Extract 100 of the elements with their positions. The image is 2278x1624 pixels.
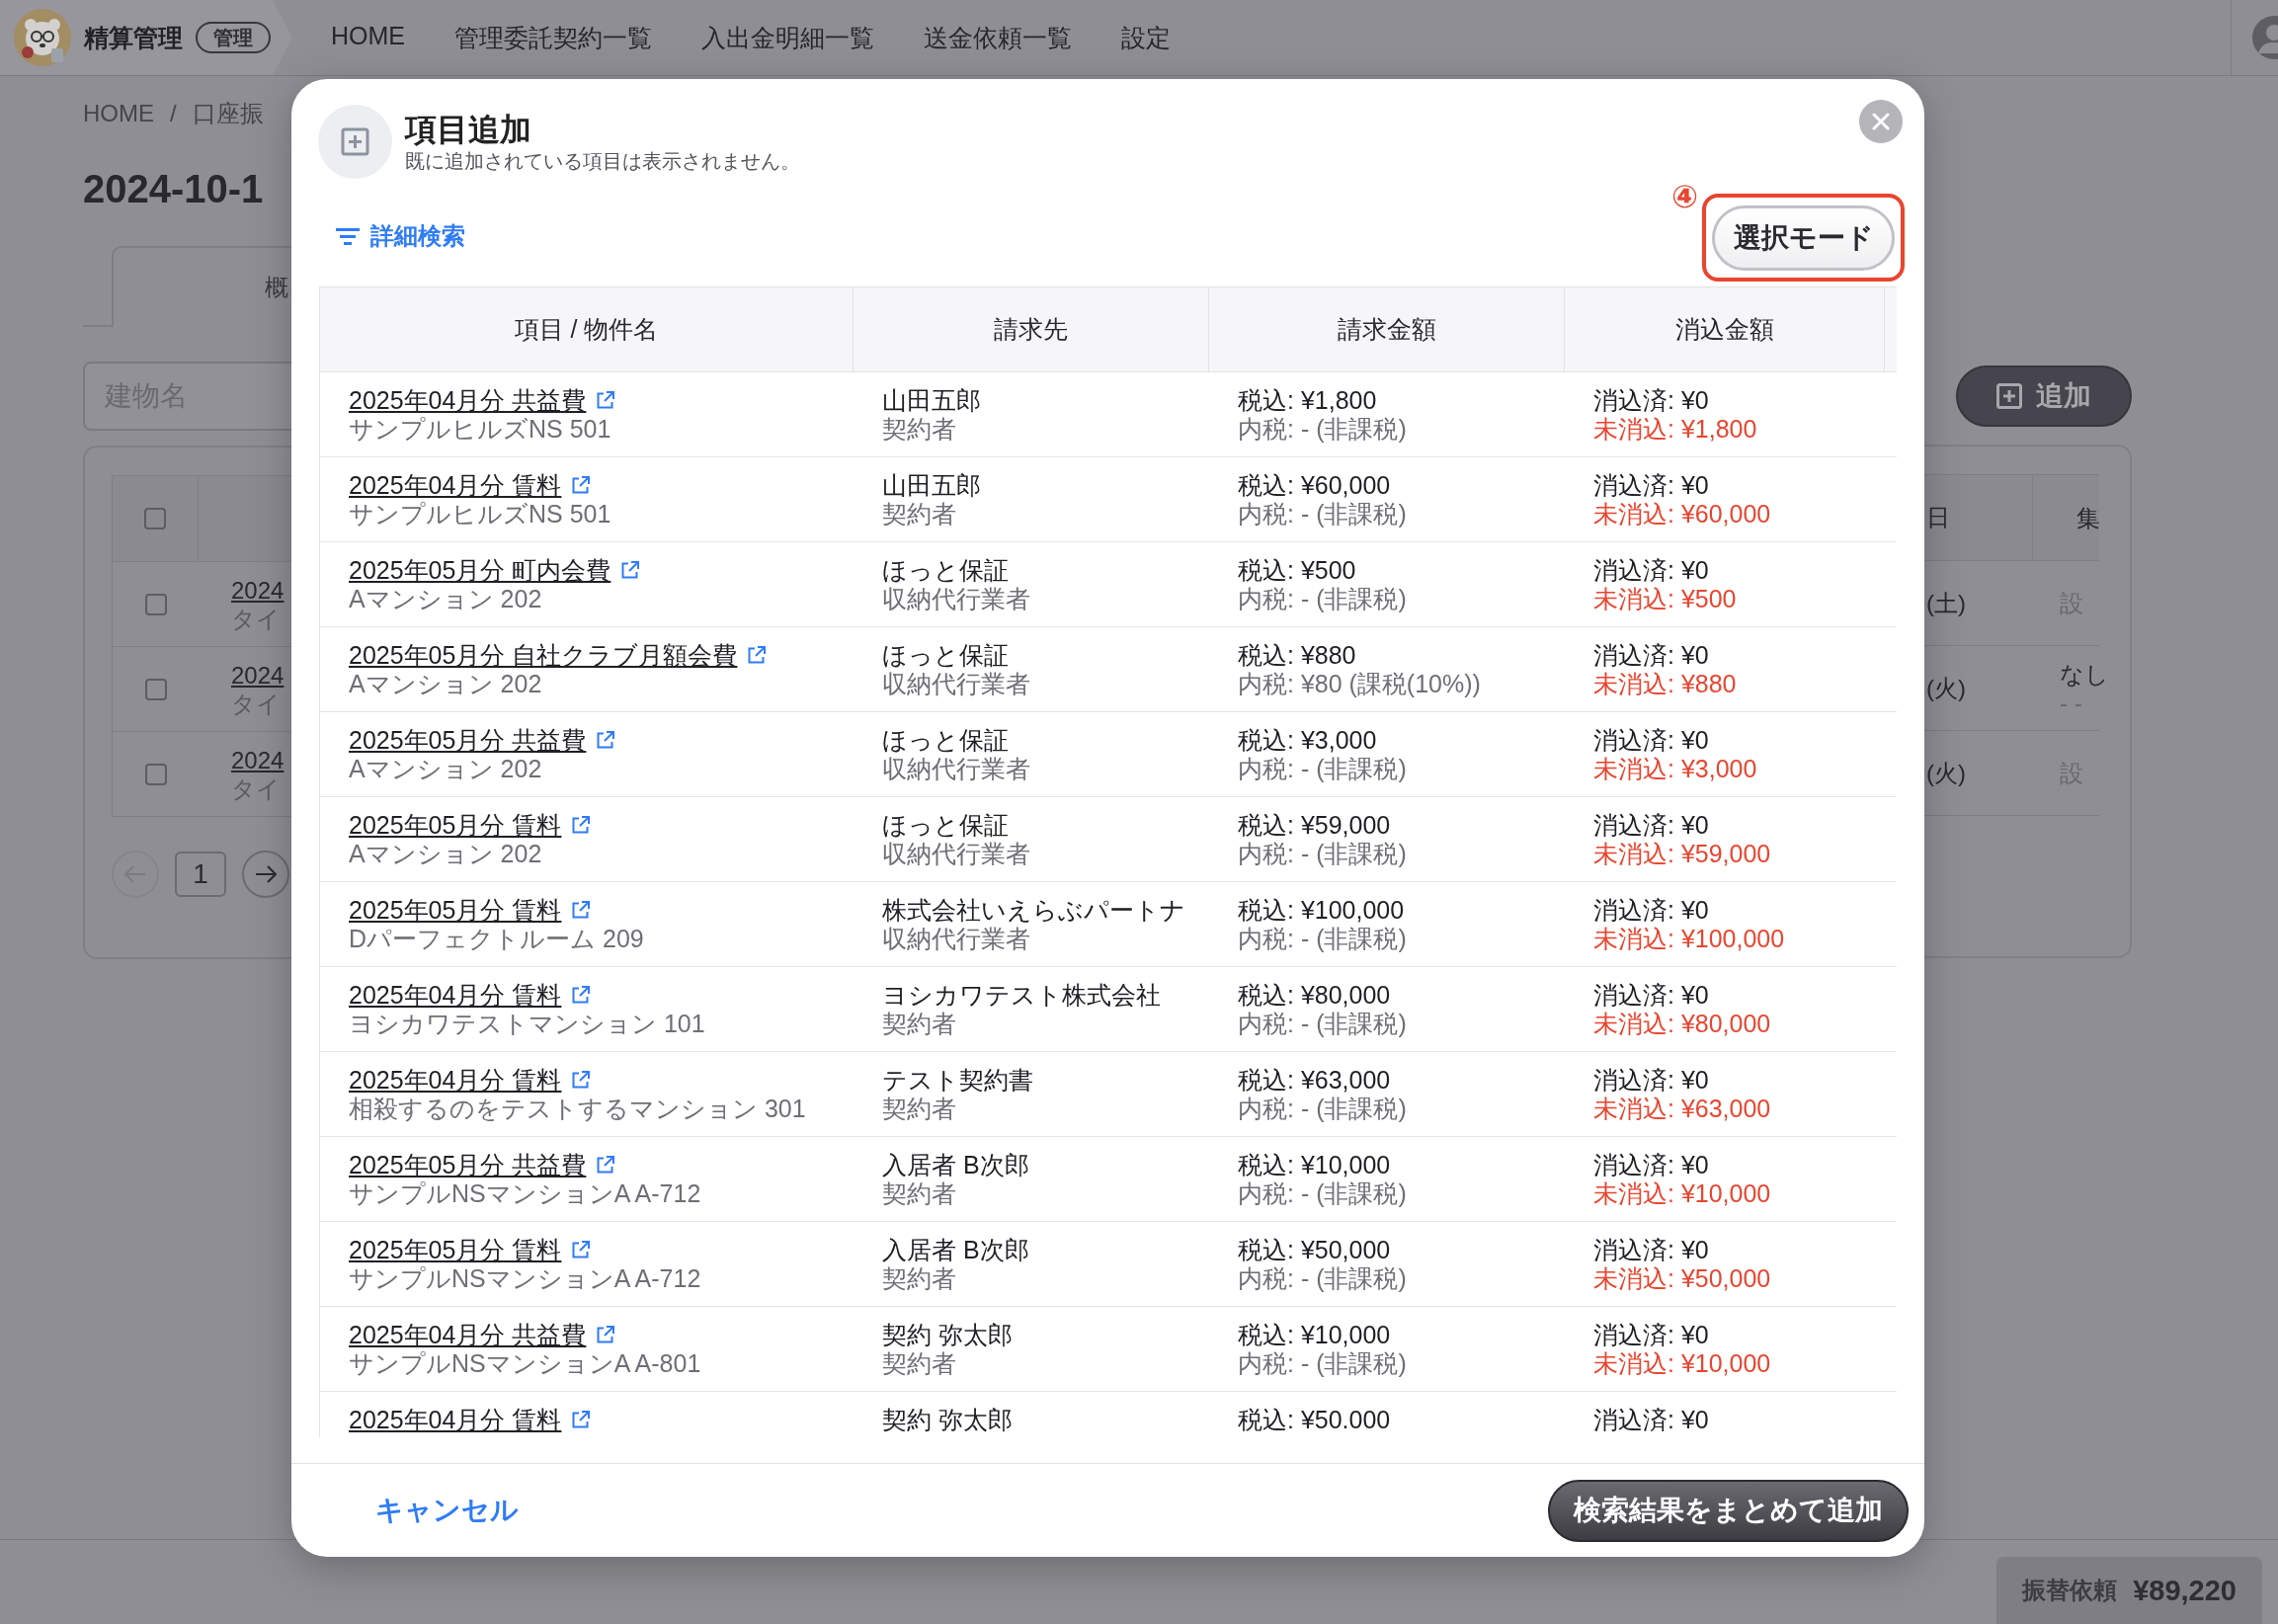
item-link[interactable]: 2025年05月分 賃料 xyxy=(349,811,562,840)
payer-role: 収納代行業者 xyxy=(882,925,1030,953)
nav-link[interactable]: 送金依頼一覧 xyxy=(924,21,1072,54)
payer-role: 収納代行業者 xyxy=(882,755,1030,783)
payer-role: 収納代行業者 xyxy=(882,840,1030,868)
plus-square-icon xyxy=(1996,383,2022,409)
external-link-icon xyxy=(571,1411,591,1429)
external-link-icon xyxy=(596,1326,615,1344)
payer-name: 山田五郎 xyxy=(882,471,981,500)
column-header: 項目 / 物件名 xyxy=(320,287,854,371)
uncleared-amount: 未消込: ¥880 xyxy=(1593,670,1737,698)
cell-text: なし xyxy=(2060,659,2109,689)
nav-link[interactable]: HOME xyxy=(331,21,405,54)
cleared-amount: 消込済: ¥0 xyxy=(1593,641,1709,670)
cleared-amount: 消込済: ¥0 xyxy=(1593,811,1709,840)
property-name: Aマンション 202 xyxy=(349,840,542,868)
item-link[interactable]: 2025年05月分 共益費 xyxy=(349,1151,587,1179)
row-title-link[interactable]: 2024 xyxy=(231,575,285,605)
payer-role: 収納代行業者 xyxy=(882,670,1030,698)
external-link-icon xyxy=(571,901,591,920)
billed-amount: 税込: ¥3,000 xyxy=(1238,726,1377,755)
cleared-amount: 消込済: ¥0 xyxy=(1593,981,1709,1010)
payer-role: 収納代行業者 xyxy=(882,585,1030,613)
advanced-search-link[interactable]: 詳細検索 xyxy=(336,220,465,252)
cleared-amount: 消込済: ¥0 xyxy=(1593,896,1709,925)
payer-name: 入居者 B次郎 xyxy=(882,1236,1029,1264)
item-link[interactable]: 2025年05月分 賃料 xyxy=(349,1236,562,1264)
row-title-link[interactable]: 2024 xyxy=(231,660,285,690)
dialog-title: 項目追加 xyxy=(405,110,532,148)
external-link-icon xyxy=(596,731,615,750)
next-page-button[interactable] xyxy=(242,851,289,898)
uncleared-amount: 未消込: ¥63,000 xyxy=(1593,1095,1771,1123)
cleared-amount: 消込済: ¥0 xyxy=(1593,386,1709,415)
billed-amount: 税込: ¥80,000 xyxy=(1238,981,1391,1010)
payer-name: 契約 弥太郎 xyxy=(882,1406,1013,1434)
property-name: サンプルヒルズNS 501 xyxy=(349,500,611,528)
nav-link[interactable]: 入出金明細一覧 xyxy=(701,21,874,54)
payer-role: 契約者 xyxy=(882,500,956,528)
billed-amount: 税込: ¥60,000 xyxy=(1238,471,1391,500)
item-link[interactable]: 2025年04月分 共益費 xyxy=(349,1321,587,1349)
payer-name: 入居者 B次郎 xyxy=(882,1151,1029,1179)
checkbox[interactable] xyxy=(144,763,167,785)
cleared-amount: 消込済: ¥0 xyxy=(1593,1321,1709,1349)
tax-detail: 内税: ¥80 (課税(10%)) xyxy=(1238,670,1481,698)
property-name: サンプルNSマンションA A-712 xyxy=(349,1264,701,1293)
billed-amount: 税込: ¥50,000 xyxy=(1238,1236,1391,1264)
row-title-link[interactable]: 2024 xyxy=(231,745,285,774)
cleared-amount: 消込済: ¥0 xyxy=(1593,1066,1709,1095)
item-link[interactable]: 2025年05月分 町内会費 xyxy=(349,556,611,585)
payer-name: 株式会社いえらぶパートナ xyxy=(882,896,1185,925)
logo-icon xyxy=(14,9,71,66)
cleared-amount: 消込済: ¥0 xyxy=(1593,1236,1709,1264)
item-link[interactable]: 2025年04月分 賃料 xyxy=(349,1406,562,1434)
filter-icon xyxy=(336,227,360,245)
total-amount: ¥89,220 xyxy=(2133,1574,2237,1607)
tax-detail: 内税: - (非課税) xyxy=(1238,585,1407,613)
date-text: (火) xyxy=(1926,673,1966,703)
payer-role: 契約者 xyxy=(882,1010,956,1038)
external-link-icon xyxy=(747,646,767,665)
tax-detail: 内税: - (非課税) xyxy=(1238,500,1407,528)
checkbox[interactable] xyxy=(144,593,167,615)
arrow-right-icon xyxy=(255,865,277,883)
cleared-amount: 消込済: ¥0 xyxy=(1593,1406,1709,1434)
avatar-icon[interactable] xyxy=(2252,16,2278,59)
tax-detail: 内税: - (非課税) xyxy=(1238,1010,1407,1038)
select-mode-button[interactable]: 選択モード xyxy=(1712,204,1895,271)
checkbox[interactable] xyxy=(144,678,167,700)
date-text: (土) xyxy=(1926,588,1966,618)
breadcrumb-separator: / xyxy=(170,100,177,127)
property-name: Aマンション 202 xyxy=(349,670,542,698)
breadcrumb-link[interactable]: HOME xyxy=(83,100,154,127)
external-link-icon xyxy=(571,816,591,835)
external-link-icon xyxy=(571,1071,591,1090)
nav-link[interactable]: 設定 xyxy=(1121,21,1171,54)
cancel-link[interactable]: キャンセル xyxy=(375,1492,519,1529)
nav-link[interactable]: 管理委託契約一覧 xyxy=(454,21,652,54)
payer-name: ほっと保証 xyxy=(882,641,1009,670)
payer-name: ほっと保証 xyxy=(882,726,1009,755)
property-name: ヨシカワテストマンション 101 xyxy=(349,1010,705,1038)
item-link[interactable]: 2025年04月分 共益費 xyxy=(349,386,587,415)
uncleared-amount: 未消込: ¥59,000 xyxy=(1593,840,1771,868)
billed-amount: 税込: ¥50.000 xyxy=(1238,1406,1391,1434)
add-button[interactable]: 追加 xyxy=(1956,365,2132,427)
uncleared-amount: 未消込: ¥3,000 xyxy=(1593,755,1757,783)
checkbox[interactable] xyxy=(144,508,166,529)
item-link[interactable]: 2025年05月分 自社クラブ月額会費 xyxy=(349,641,738,670)
item-link[interactable]: 2025年04月分 賃料 xyxy=(349,471,562,500)
property-name: 相殺するのをテストするマンション 301 xyxy=(349,1095,806,1123)
add-all-results-button[interactable]: 検索結果をまとめて追加 xyxy=(1548,1479,1909,1542)
page-number-button[interactable]: 1 xyxy=(175,852,226,897)
item-link[interactable]: 2025年04月分 賃料 xyxy=(349,981,562,1010)
billed-amount: 税込: ¥59,000 xyxy=(1238,811,1391,840)
item-link[interactable]: 2025年05月分 賃料 xyxy=(349,896,562,925)
uncleared-amount: 未消込: ¥100,000 xyxy=(1593,925,1785,953)
payer-name: テスト契約書 xyxy=(882,1066,1033,1095)
property-name: Aマンション 202 xyxy=(349,585,542,613)
item-link[interactable]: 2025年04月分 賃料 xyxy=(349,1066,562,1095)
column-header: 集 xyxy=(2076,503,2100,532)
item-link[interactable]: 2025年05月分 共益費 xyxy=(349,726,587,755)
close-button[interactable] xyxy=(1859,100,1903,143)
